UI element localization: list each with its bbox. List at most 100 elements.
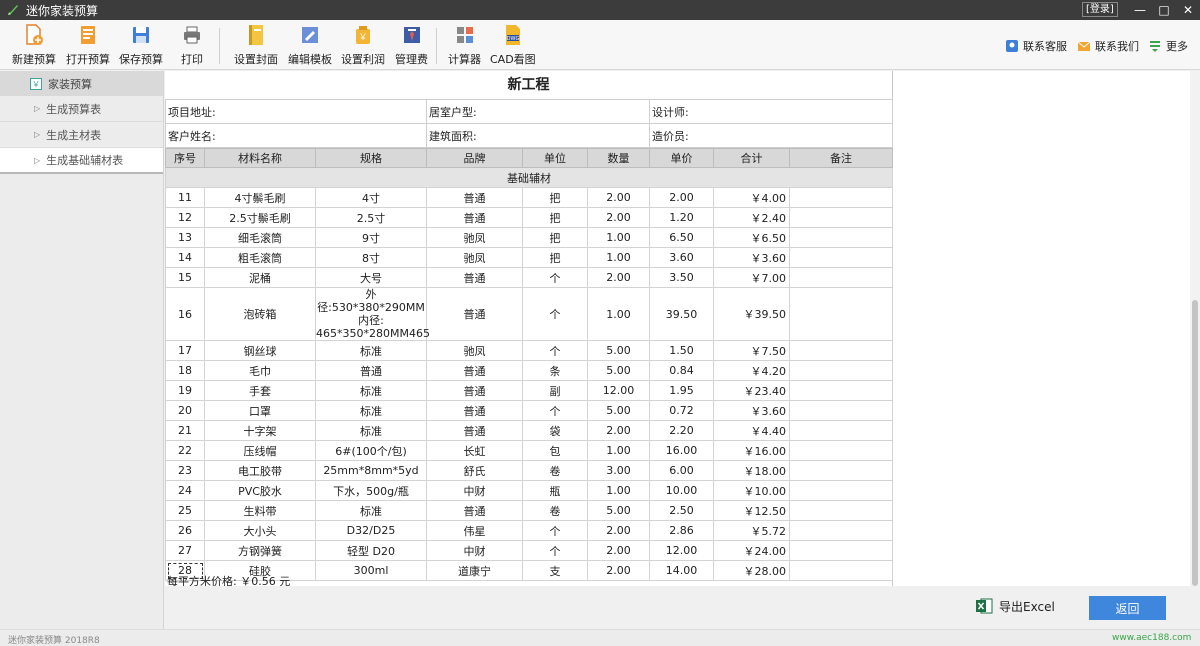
- material-spec[interactable]: 标准: [315, 400, 427, 421]
- material-name[interactable]: 泥桶: [204, 267, 316, 288]
- material-total[interactable]: ￥7.50: [713, 340, 790, 361]
- material-spec[interactable]: 标准: [315, 340, 427, 361]
- material-note[interactable]: [789, 460, 893, 481]
- row-number[interactable]: 12: [165, 207, 205, 228]
- row-number[interactable]: 14: [165, 247, 205, 268]
- material-note[interactable]: [789, 540, 893, 561]
- table-row[interactable]: 21 十字架 标准 普通袋 2.00 2.20 ￥4.40: [165, 420, 893, 441]
- material-brand[interactable]: 普通: [426, 360, 523, 381]
- material-spec[interactable]: 轻型 D20: [315, 540, 427, 561]
- material-qty[interactable]: 1.00: [587, 287, 650, 341]
- row-number[interactable]: 22: [165, 440, 205, 461]
- material-qty[interactable]: 5.00: [587, 500, 650, 521]
- material-unit[interactable]: 支: [522, 560, 588, 581]
- material-total[interactable]: ￥4.00: [713, 187, 790, 208]
- material-spec[interactable]: 外径:530*380*290MM 内径: 465*350*280MM465: [315, 287, 430, 341]
- designer-field[interactable]: 设计师:: [649, 99, 893, 124]
- material-spec[interactable]: 下水，500g/瓶: [315, 480, 427, 501]
- material-qty[interactable]: 2.00: [587, 520, 650, 541]
- row-number[interactable]: 25: [165, 500, 205, 521]
- customer-name-field[interactable]: 客户姓名:: [165, 123, 427, 148]
- material-note[interactable]: [789, 360, 893, 381]
- material-brand[interactable]: 普通: [426, 420, 523, 441]
- material-price[interactable]: 3.60: [649, 247, 714, 268]
- return-button[interactable]: 返回: [1089, 596, 1166, 620]
- material-total[interactable]: ￥16.00: [713, 440, 790, 461]
- edit-template-button[interactable]: 编辑模板: [288, 24, 332, 68]
- material-price[interactable]: 6.00: [649, 460, 714, 481]
- material-unit[interactable]: 个: [522, 267, 588, 288]
- sidebar-item-basic-auxiliary[interactable]: ▷ 生成基础辅材表: [0, 148, 163, 174]
- material-name[interactable]: 大小头: [204, 520, 316, 541]
- scrollbar-thumb[interactable]: [1192, 300, 1198, 586]
- material-brand[interactable]: 普通: [426, 267, 523, 288]
- material-qty[interactable]: 2.00: [587, 560, 650, 581]
- row-number[interactable]: 15: [165, 267, 205, 288]
- project-address-field[interactable]: 项目地址:: [165, 99, 427, 124]
- table-row[interactable]: 16 泡砖箱 外径:530*380*290MM 内径: 465*350*280MM465…: [165, 287, 893, 341]
- material-qty[interactable]: 12.00: [587, 380, 650, 401]
- website-link[interactable]: www.aec188.com: [1112, 633, 1191, 643]
- material-brand[interactable]: 普通: [426, 400, 523, 421]
- table-row[interactable]: 25 生料带 标准 普通卷 5.00 2.50 ￥12.50: [165, 500, 893, 521]
- table-row[interactable]: 22 压线帽 6#(100个/包) 长虹包 1.00 16.00 ￥16.00: [165, 440, 893, 461]
- material-note[interactable]: [789, 480, 893, 501]
- table-row[interactable]: 11 4寸鬃毛刷 4寸 普通把 2.00 2.00 ￥4.00: [165, 187, 893, 208]
- table-row[interactable]: 13 细毛滚筒 9寸 驰凤把 1.00 6.50 ￥6.50: [165, 227, 893, 248]
- material-unit[interactable]: 个: [522, 540, 588, 561]
- material-note[interactable]: [789, 247, 893, 268]
- material-name[interactable]: 手套: [204, 380, 316, 401]
- material-total[interactable]: ￥2.40: [713, 207, 790, 228]
- material-qty[interactable]: 1.00: [587, 247, 650, 268]
- material-name[interactable]: 粗毛滚筒: [204, 247, 316, 268]
- material-total[interactable]: ￥4.40: [713, 420, 790, 441]
- material-unit[interactable]: 副: [522, 380, 588, 401]
- row-number[interactable]: 13: [165, 227, 205, 248]
- close-icon[interactable]: ✕: [1176, 0, 1200, 20]
- open-budget-button[interactable]: 打开预算: [66, 24, 110, 68]
- material-name[interactable]: 口罩: [204, 400, 316, 421]
- row-number[interactable]: 17: [165, 340, 205, 361]
- material-spec[interactable]: 标准: [315, 420, 427, 441]
- material-qty[interactable]: 1.00: [587, 227, 650, 248]
- row-number[interactable]: 11: [165, 187, 205, 208]
- material-brand[interactable]: 普通: [426, 287, 523, 341]
- material-price[interactable]: 2.00: [649, 187, 714, 208]
- building-area-field[interactable]: 建筑面积:: [426, 123, 650, 148]
- material-total[interactable]: ￥3.60: [713, 247, 790, 268]
- material-unit[interactable]: 卷: [522, 500, 588, 521]
- material-price[interactable]: 0.84: [649, 360, 714, 381]
- material-unit[interactable]: 把: [522, 207, 588, 228]
- table-row[interactable]: 18 毛巾 普通 普通条 5.00 0.84 ￥4.20: [165, 360, 893, 381]
- row-number[interactable]: 24: [165, 480, 205, 501]
- house-type-field[interactable]: 居室户型:: [426, 99, 650, 124]
- material-total[interactable]: ￥7.00: [713, 267, 790, 288]
- material-brand[interactable]: 舒氏: [426, 460, 523, 481]
- material-spec[interactable]: 标准: [315, 380, 427, 401]
- set-cover-button[interactable]: 设置封面: [234, 24, 278, 68]
- material-brand[interactable]: 长虹: [426, 440, 523, 461]
- row-number[interactable]: 19: [165, 380, 205, 401]
- material-qty[interactable]: 2.00: [587, 420, 650, 441]
- material-unit[interactable]: 瓶: [522, 480, 588, 501]
- material-qty[interactable]: 3.00: [587, 460, 650, 481]
- material-unit[interactable]: 个: [522, 287, 588, 341]
- material-total[interactable]: ￥12.50: [713, 500, 790, 521]
- material-name[interactable]: 钢丝球: [204, 340, 316, 361]
- table-row[interactable]: 17 钢丝球 标准 驰凤个 5.00 1.50 ￥7.50: [165, 340, 893, 361]
- material-qty[interactable]: 5.00: [587, 340, 650, 361]
- material-price[interactable]: 14.00: [649, 560, 714, 581]
- row-number[interactable]: 21: [165, 420, 205, 441]
- material-note[interactable]: [789, 500, 893, 521]
- sidebar-item-main-material[interactable]: ▷ 生成主材表: [0, 122, 163, 148]
- material-brand[interactable]: 驰凤: [426, 227, 523, 248]
- minimize-icon[interactable]: —: [1128, 0, 1152, 20]
- new-budget-button[interactable]: 新建预算: [12, 24, 56, 68]
- material-price[interactable]: 10.00: [649, 480, 714, 501]
- material-note[interactable]: [789, 287, 893, 341]
- row-number[interactable]: 23: [165, 460, 205, 481]
- material-note[interactable]: [789, 420, 893, 441]
- material-spec[interactable]: 2.5寸: [315, 207, 427, 228]
- material-unit[interactable]: 把: [522, 187, 588, 208]
- material-spec[interactable]: 4寸: [315, 187, 427, 208]
